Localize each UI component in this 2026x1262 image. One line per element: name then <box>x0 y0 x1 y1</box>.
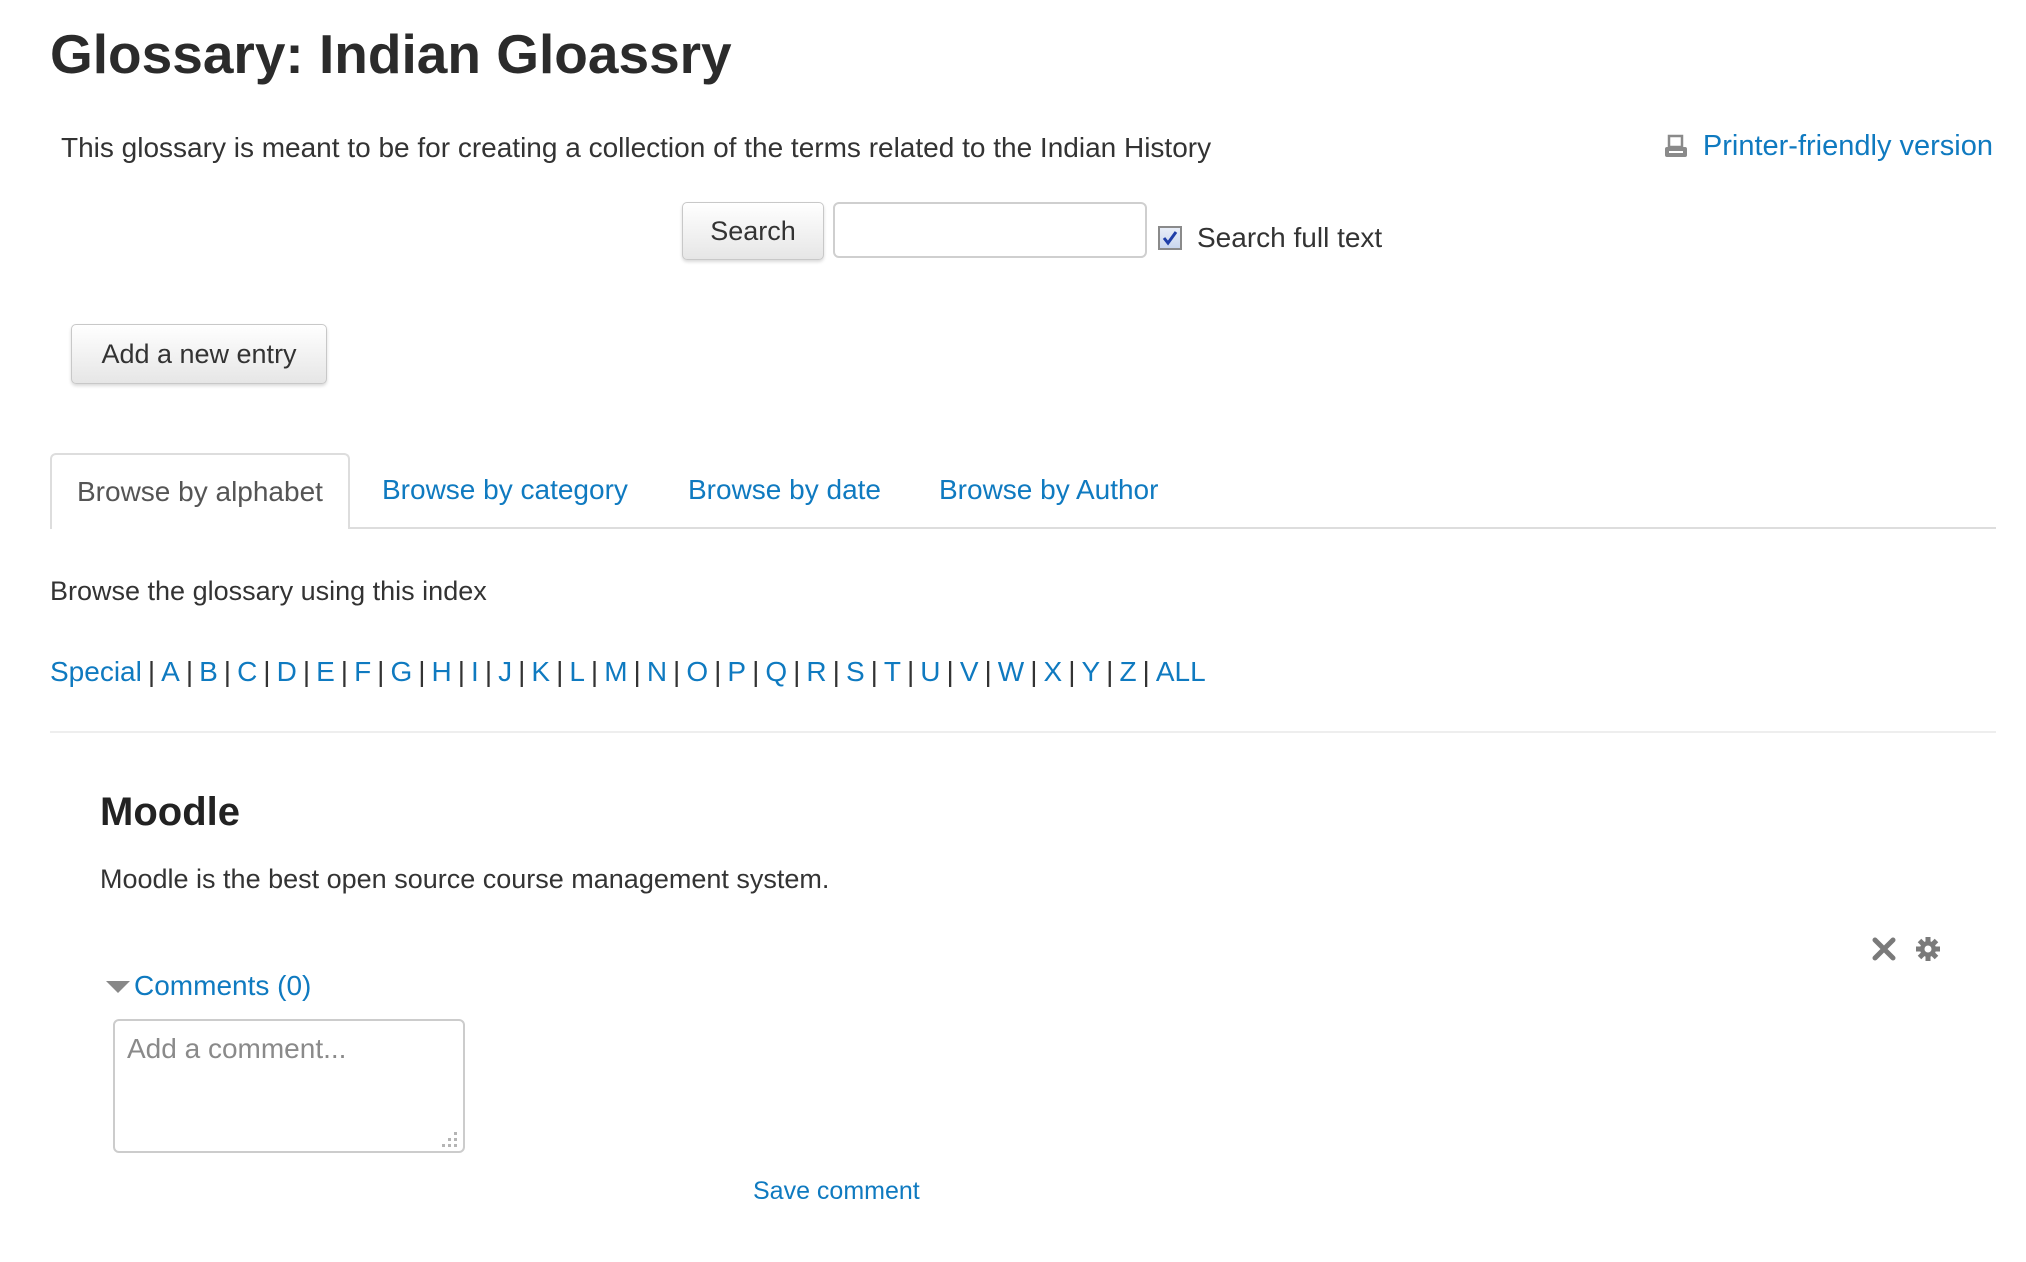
index-separator: | <box>302 656 311 687</box>
index-separator: | <box>714 656 722 687</box>
glossary-intro: This glossary is meant to be for creatin… <box>61 132 1212 163</box>
index-letter-n[interactable]: N <box>647 656 667 687</box>
save-comment-link[interactable]: Save comment <box>753 1177 920 1206</box>
index-letter-q[interactable]: Q <box>765 656 787 687</box>
entry-definition: Moodle is the best open source course ma… <box>100 864 830 894</box>
index-letter-x[interactable]: X <box>1044 656 1063 687</box>
tab-browse-by-category[interactable]: Browse by category <box>382 453 628 527</box>
index-letter-i[interactable]: I <box>471 656 479 687</box>
search-input[interactable] <box>833 202 1147 258</box>
index-letter-t[interactable]: T <box>884 656 901 687</box>
add-new-entry-button[interactable]: Add a new entry <box>71 324 327 384</box>
index-letter-u[interactable]: U <box>920 656 940 687</box>
index-letter-a[interactable]: A <box>161 656 180 687</box>
index-letter-e[interactable]: E <box>316 656 335 687</box>
delete-icon[interactable] <box>1870 935 1898 963</box>
index-separator: | <box>793 656 801 687</box>
tab-browse-by-author[interactable]: Browse by Author <box>939 453 1158 527</box>
index-separator: | <box>147 656 156 687</box>
tab-browse-by-date[interactable]: Browse by date <box>688 453 881 527</box>
index-separator: | <box>870 656 878 687</box>
entry-actions <box>1870 935 1942 963</box>
index-letter-g[interactable]: G <box>390 656 412 687</box>
index-separator: | <box>223 656 232 687</box>
index-separator: | <box>1068 656 1076 687</box>
search-button[interactable]: Search <box>682 202 824 260</box>
index-letter-s[interactable]: S <box>846 656 865 687</box>
index-separator: | <box>832 656 840 687</box>
divider <box>50 731 1996 733</box>
index-letter-b[interactable]: B <box>199 656 218 687</box>
index-separator: | <box>1142 656 1150 687</box>
index-separator: | <box>484 656 493 687</box>
tab-browse-by-alphabet[interactable]: Browse by alphabet <box>50 453 350 529</box>
comments-label: Comments (0) <box>134 970 312 1001</box>
comment-textarea[interactable] <box>113 1019 465 1153</box>
index-separator: | <box>418 656 426 687</box>
index-separator: | <box>1106 656 1114 687</box>
index-separator: | <box>185 656 194 687</box>
search-full-text-checkbox[interactable] <box>1158 226 1182 250</box>
entry-term: Moodle <box>100 790 240 834</box>
index-separator: | <box>633 656 641 687</box>
index-letter-l[interactable]: L <box>569 656 585 687</box>
printer-friendly-link[interactable]: Printer-friendly version <box>1663 130 1993 163</box>
comments-toggle[interactable]: Comments (0) <box>106 970 311 1002</box>
index-letter-m[interactable]: M <box>604 656 627 687</box>
index-letter-j[interactable]: J <box>498 656 512 687</box>
browse-hint: Browse the glossary using this index <box>50 576 487 606</box>
page-title: Glossary: Indian Gloassry <box>50 23 732 85</box>
index-separator: | <box>984 656 992 687</box>
index-letter-v[interactable]: V <box>960 656 979 687</box>
index-letter-w[interactable]: W <box>998 656 1024 687</box>
alphabet-index: Special | A | B | C | D | E | F | G | H | I | J | K | L | M | N | O | P |… <box>50 656 1206 688</box>
index-separator: | <box>556 656 564 687</box>
index-letter-h[interactable]: H <box>432 656 452 687</box>
checkmark-icon <box>1162 231 1178 246</box>
index-separator: | <box>673 656 681 687</box>
index-separator: | <box>457 656 466 687</box>
index-letter-all[interactable]: ALL <box>1156 656 1206 687</box>
index-letter-r[interactable]: R <box>806 656 826 687</box>
index-separator: | <box>518 656 526 687</box>
index-letter-o[interactable]: O <box>686 656 708 687</box>
index-letter-k[interactable]: K <box>531 656 550 687</box>
resize-grip-icon[interactable] <box>438 1128 460 1150</box>
index-letter-y[interactable]: Y <box>1081 656 1100 687</box>
index-separator: | <box>907 656 915 687</box>
index-separator: | <box>752 656 760 687</box>
index-separator: | <box>340 656 349 687</box>
edit-gear-icon[interactable] <box>1914 935 1942 963</box>
index-separator: | <box>263 656 271 687</box>
index-letter-d[interactable]: D <box>277 656 297 687</box>
printer-icon <box>1664 134 1687 157</box>
index-separator: | <box>590 656 599 687</box>
index-letter-special[interactable]: Special <box>50 656 142 687</box>
triangle-down-icon <box>106 981 130 993</box>
index-letter-z[interactable]: Z <box>1119 656 1136 687</box>
index-separator: | <box>377 656 385 687</box>
index-separator: | <box>946 656 954 687</box>
printer-friendly-label: Printer-friendly version <box>1702 130 1993 162</box>
index-letter-p[interactable]: P <box>727 656 746 687</box>
index-separator: | <box>1030 656 1038 687</box>
index-letter-f[interactable]: F <box>354 656 371 687</box>
index-letter-c[interactable]: C <box>237 656 257 687</box>
search-full-text-label[interactable]: Search full text <box>1197 222 1382 254</box>
